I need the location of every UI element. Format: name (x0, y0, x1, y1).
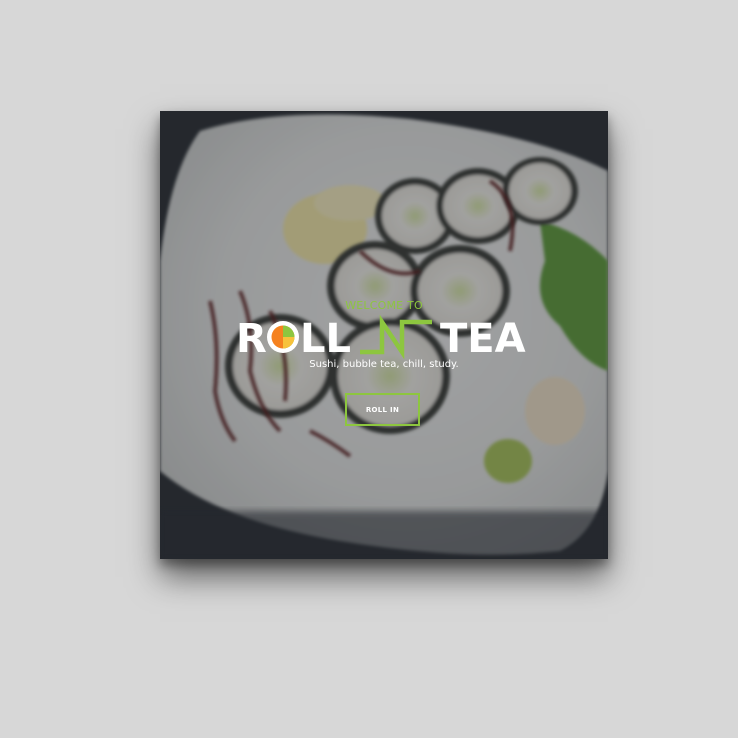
roll-n-tea-logo: R LL TEA (236, 314, 526, 360)
svg-text:LL: LL (300, 316, 351, 360)
hero-card: WELCOME TO R LL TEA Sushi, bubble tea, c… (160, 111, 608, 559)
tagline-text: Sushi, bubble tea, chill, study. (309, 359, 459, 370)
roll-in-button[interactable]: ROLL IN (345, 393, 420, 426)
svg-text:R: R (236, 316, 267, 360)
page-background: WELCOME TO R LL TEA Sushi, bubble tea, c… (0, 0, 738, 738)
welcome-heading: WELCOME TO (345, 299, 423, 312)
sushi-o-icon (267, 321, 299, 353)
hero-content: WELCOME TO R LL TEA Sushi, bubble tea, c… (160, 111, 608, 559)
svg-text:TEA: TEA (440, 316, 526, 360)
